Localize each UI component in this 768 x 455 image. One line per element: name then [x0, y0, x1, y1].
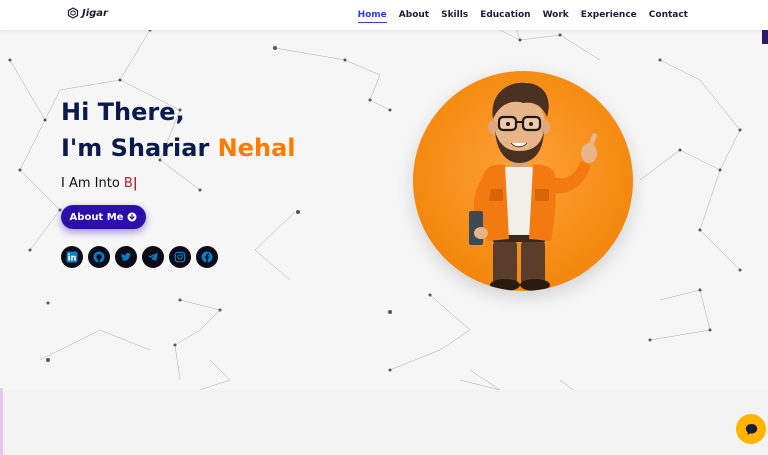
chat-bubble-icon — [745, 423, 757, 435]
nav-skills[interactable]: Skills — [441, 8, 468, 22]
linkedin-icon — [66, 251, 78, 263]
facebook-icon — [201, 251, 213, 263]
nav-home[interactable]: Home — [357, 8, 387, 23]
nav-links: Home About Skills Education Work Experie… — [357, 0, 688, 30]
github-button[interactable] — [88, 246, 110, 268]
typed-tagline: I Am Into B| — [61, 176, 296, 191]
scrollbar-indicator — [762, 30, 768, 44]
github-icon — [93, 251, 105, 263]
hero-name-accent: Nehal — [217, 134, 296, 162]
twitter-button[interactable] — [115, 246, 137, 268]
about-me-label: About Me — [69, 211, 124, 223]
about-me-button[interactable]: About Me — [61, 205, 146, 229]
nav-contact[interactable]: Contact — [649, 8, 688, 22]
hero-text: Hi There, I'm Shariar Nehal I Am Into B| — [61, 94, 296, 191]
next-section-background — [0, 390, 768, 455]
hero-name: I'm Shariar Nehal — [61, 130, 296, 166]
brand-name: Jigar — [82, 7, 108, 19]
linkedin-button[interactable] — [61, 246, 83, 268]
typed-prefix: I Am Into — [61, 176, 124, 191]
hexagon-logo-icon — [67, 7, 79, 19]
instagram-button[interactable] — [169, 246, 191, 268]
left-edge-accent — [0, 388, 3, 455]
nav-about[interactable]: About — [399, 8, 429, 22]
instagram-icon — [174, 251, 186, 263]
navbar: Jigar Home About Skills Education Work E… — [0, 0, 768, 30]
profile-avatar — [413, 71, 633, 291]
arrow-circle-down-icon — [127, 212, 137, 222]
typed-cursor: | — [132, 176, 138, 191]
hero-greeting: Hi There, — [61, 98, 185, 126]
facebook-button[interactable] — [196, 246, 218, 268]
social-links — [61, 246, 218, 268]
telegram-icon — [148, 252, 158, 262]
brand-logo[interactable]: Jigar — [67, 7, 108, 19]
chat-widget-button[interactable] — [736, 414, 766, 444]
typed-word: B — [123, 176, 133, 191]
twitter-icon — [121, 252, 131, 261]
nav-experience[interactable]: Experience — [581, 8, 637, 22]
hero-name-prefix: I'm Shariar — [61, 134, 218, 162]
nav-work[interactable]: Work — [543, 8, 569, 22]
cartoon-developer-avatar — [469, 82, 597, 291]
nav-education[interactable]: Education — [480, 8, 530, 22]
telegram-button[interactable] — [142, 246, 164, 268]
